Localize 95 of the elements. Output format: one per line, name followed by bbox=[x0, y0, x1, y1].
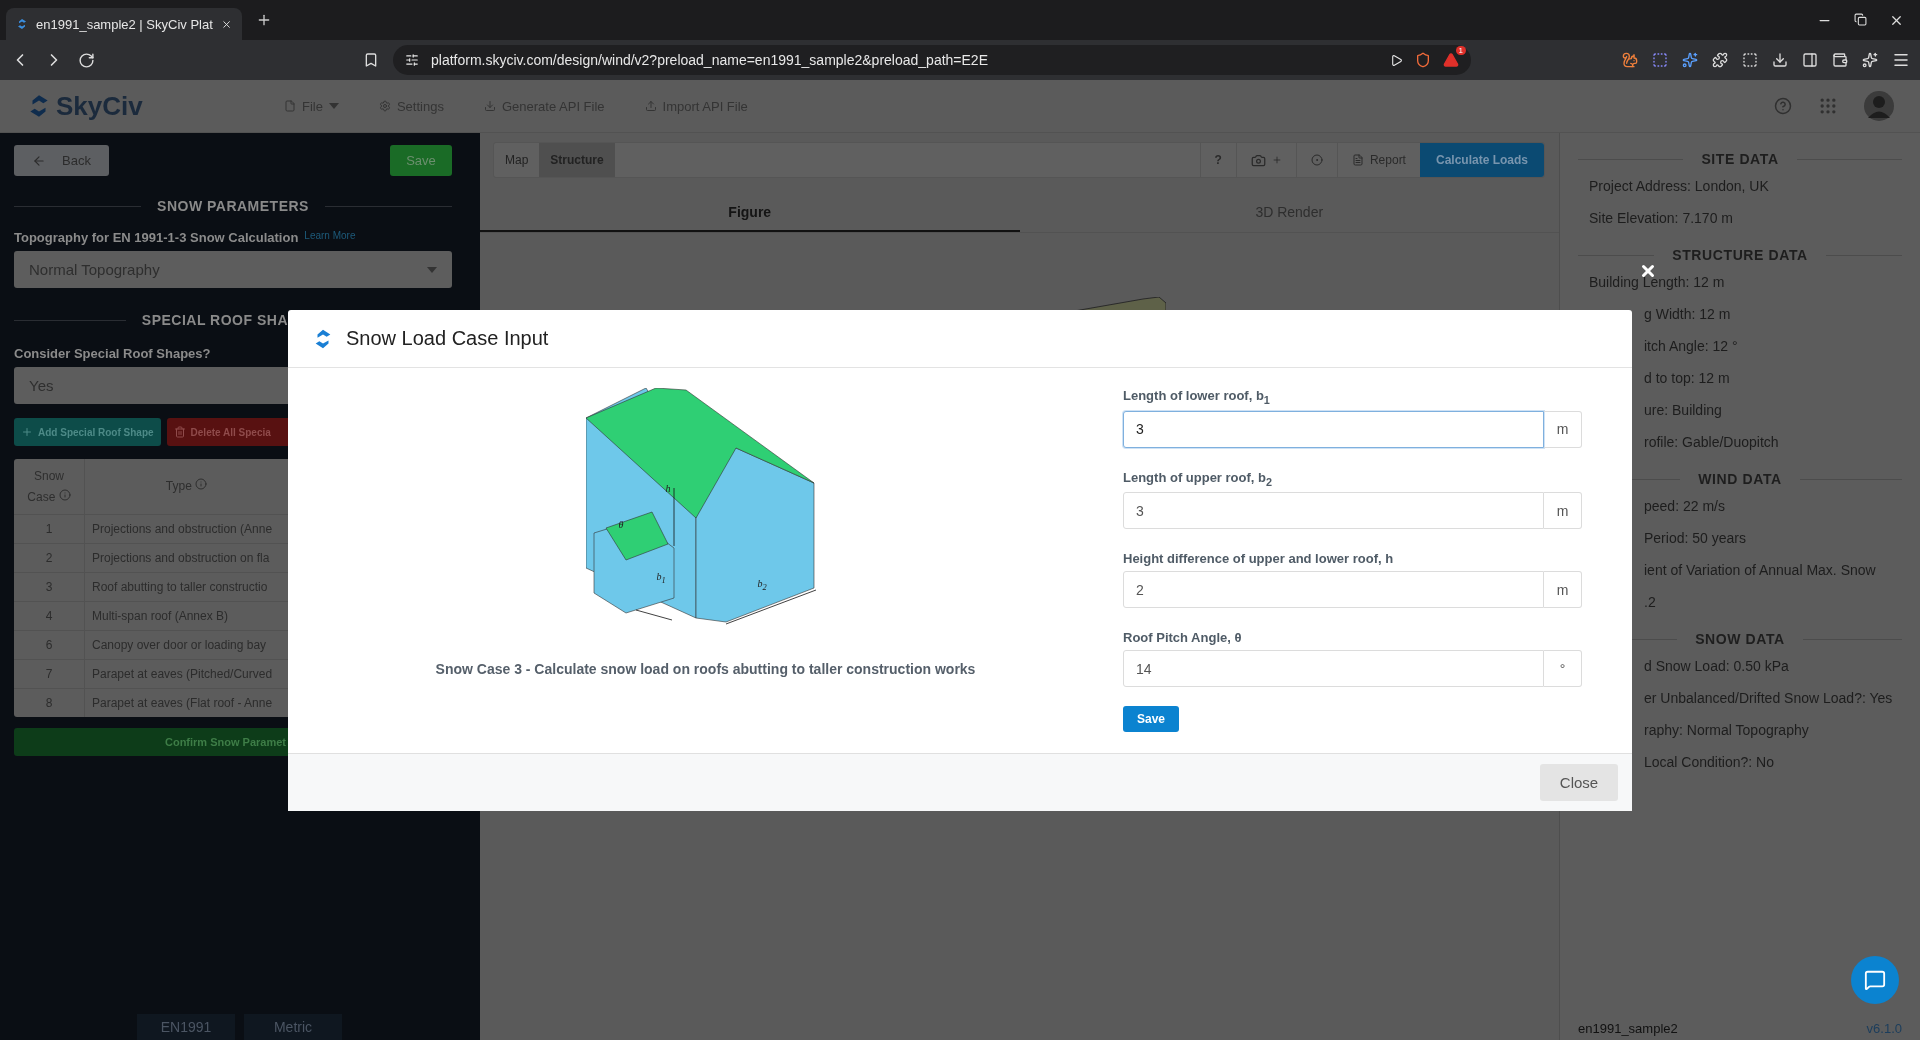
caret-icon bbox=[427, 266, 437, 273]
tab-title: en1991_sample2 | SkyCiv Plat bbox=[36, 16, 213, 32]
field-label: Length of lower roof, b$_{1}$ bbox=[1123, 388, 1271, 406]
reload-icon[interactable] bbox=[78, 51, 95, 69]
sparkle-icon[interactable] bbox=[1682, 52, 1698, 68]
plus-icon bbox=[21, 426, 33, 438]
text-field[interactable]: 3 bbox=[1123, 492, 1544, 530]
field-label: Roof Pitch Angle, θ bbox=[1123, 630, 1243, 646]
data-row-text: Building Length: 12 m bbox=[1588, 273, 1725, 292]
data-row-text: raphy: Normal Topography bbox=[1643, 721, 1809, 740]
data-row-text: ure: Building bbox=[1643, 401, 1722, 420]
triangle-icon[interactable] bbox=[1443, 52, 1459, 68]
target-icon bbox=[1310, 154, 1323, 166]
camera-icon bbox=[1250, 152, 1266, 168]
diagram-caption: Snow Case 3 - Calculate snow load on roofs abutting to taller construction works bbox=[435, 661, 976, 677]
menu-icon bbox=[644, 100, 657, 112]
sidebar-icon[interactable] bbox=[1802, 52, 1818, 68]
field-label: Length of upper roof, b$_{2}$ bbox=[1123, 469, 1273, 488]
view-tab[interactable]: Map bbox=[494, 143, 540, 177]
section-heading: WIND DATA bbox=[1698, 471, 1782, 487]
notification-badge: 1 bbox=[1455, 46, 1466, 55]
unit-label: ° bbox=[1544, 650, 1582, 688]
chat-icon bbox=[1864, 969, 1886, 991]
field-label: Height difference of upper and lower roof, h bbox=[1123, 551, 1395, 567]
address-bar[interactable]: platform.skyciv.com/design/wind/v2?preload_name=en1991_sample2&preload_path=E2E 1 bbox=[393, 45, 1471, 75]
logo-icon bbox=[16, 17, 28, 31]
data-row-text: .2 bbox=[1643, 593, 1656, 612]
data-row-text: ient of Variation of Annual Max. Snow bbox=[1643, 561, 1876, 580]
trash-icon bbox=[173, 426, 186, 438]
add-shape-button[interactable]: Add Special Roof Shape bbox=[14, 418, 161, 446]
restore-icon[interactable] bbox=[1854, 12, 1867, 26]
text-field[interactable]: 2 bbox=[1123, 571, 1544, 609]
data-row-text: d Snow Load: 0.50 kPa bbox=[1643, 657, 1789, 676]
menu-icon bbox=[284, 100, 296, 112]
help-button[interactable]: ? bbox=[1199, 143, 1236, 177]
data-row-text: g Width: 12 m bbox=[1643, 305, 1731, 324]
data-row-text: peed: 22 m/s bbox=[1643, 497, 1725, 516]
diagram-label: h bbox=[665, 483, 671, 494]
unit-label: m bbox=[1544, 410, 1582, 448]
modal-title: Snow Load Case Input bbox=[346, 327, 549, 350]
version-label: v6.1.0 bbox=[1866, 1021, 1902, 1036]
data-row-text: er Unbalanced/Drifted Snow Load?: Yes bbox=[1643, 689, 1893, 708]
data-row-text: rofile: Gable/Duopitch bbox=[1643, 433, 1779, 452]
menu-icon bbox=[378, 100, 391, 112]
bookmark-icon[interactable] bbox=[363, 52, 379, 68]
section-heading: SNOW DATA bbox=[1695, 631, 1785, 647]
calculate-button[interactable]: Calculate Loads bbox=[1419, 143, 1544, 177]
diagram-label: b$_{1}$ bbox=[656, 571, 666, 585]
menu-icon bbox=[483, 100, 496, 112]
play-icon[interactable] bbox=[1390, 53, 1403, 67]
menu-icon[interactable] bbox=[1892, 51, 1910, 69]
diagram-label: b$_{2}$ bbox=[757, 578, 767, 592]
new-tab-icon[interactable] bbox=[256, 12, 272, 28]
info-icon bbox=[195, 478, 208, 490]
save-button[interactable]: Save bbox=[1123, 706, 1179, 733]
learn-more-link[interactable]: Learn More bbox=[304, 230, 356, 241]
confirm-button[interactable]: Confirm Snow Paramet bbox=[14, 728, 288, 756]
text-field[interactable]: 3 bbox=[1123, 410, 1544, 448]
site-settings-icon bbox=[405, 53, 419, 67]
section-heading: SPECIAL ROOF SHA bbox=[141, 312, 288, 328]
unit-label: m bbox=[1544, 571, 1582, 609]
data-row-text: Site Elevation: 7.170 m bbox=[1588, 209, 1733, 228]
delete-button[interactable]: Delete All Specia bbox=[166, 418, 288, 446]
footer-tab[interactable]: Metric bbox=[244, 1014, 342, 1040]
data-row-text: Period: 50 years bbox=[1643, 529, 1746, 548]
puzzle-icon[interactable] bbox=[1712, 52, 1728, 68]
file-icon bbox=[1351, 154, 1364, 166]
shield-icon[interactable] bbox=[1415, 52, 1431, 68]
wallet-icon[interactable] bbox=[1832, 52, 1848, 68]
url-text: platform.skyciv.com/design/wind/v2?preload_name=en1991_sample2&preload_path=E2E bbox=[431, 52, 988, 68]
data-row-text: d to top: 12 m bbox=[1643, 369, 1730, 388]
field-label: Topography for EN 1991-1-3 Snow Calculation bbox=[14, 230, 299, 245]
close-button[interactable]: Close bbox=[1540, 764, 1618, 801]
field-label: Consider Special Roof Shapes? bbox=[14, 346, 211, 361]
section-heading: SITE DATA bbox=[1701, 151, 1779, 167]
unit-label: m bbox=[1544, 492, 1582, 530]
browser-tab[interactable]: en1991_sample2 | SkyCiv Plat bbox=[6, 8, 242, 40]
footer-tab[interactable]: EN1991 bbox=[137, 1014, 235, 1040]
section-heading: SNOW PARAMETERS bbox=[157, 198, 309, 214]
project-name: en1991_sample2 bbox=[1578, 1021, 1678, 1036]
info-icon bbox=[58, 488, 71, 501]
logo-text: SkyCiv bbox=[56, 90, 143, 122]
section-heading: STRUCTURE DATA bbox=[1672, 247, 1808, 263]
data-row-text: Project Address: London, UK bbox=[1588, 177, 1769, 196]
avatar-icon[interactable] bbox=[1864, 91, 1894, 121]
data-row-text: itch Angle: 12 ° bbox=[1643, 337, 1738, 356]
figure-tab[interactable]: Figure bbox=[480, 194, 1020, 232]
extension-icon[interactable] bbox=[1652, 52, 1668, 68]
text-field[interactable]: 14 bbox=[1123, 650, 1544, 688]
caret-icon bbox=[328, 103, 339, 109]
data-row-text: Local Condition?: No bbox=[1643, 753, 1774, 772]
save-button[interactable]: Save bbox=[390, 145, 452, 176]
download-icon[interactable] bbox=[1772, 52, 1788, 68]
plus-icon bbox=[1271, 155, 1282, 165]
diagram-label: θ bbox=[618, 519, 624, 530]
